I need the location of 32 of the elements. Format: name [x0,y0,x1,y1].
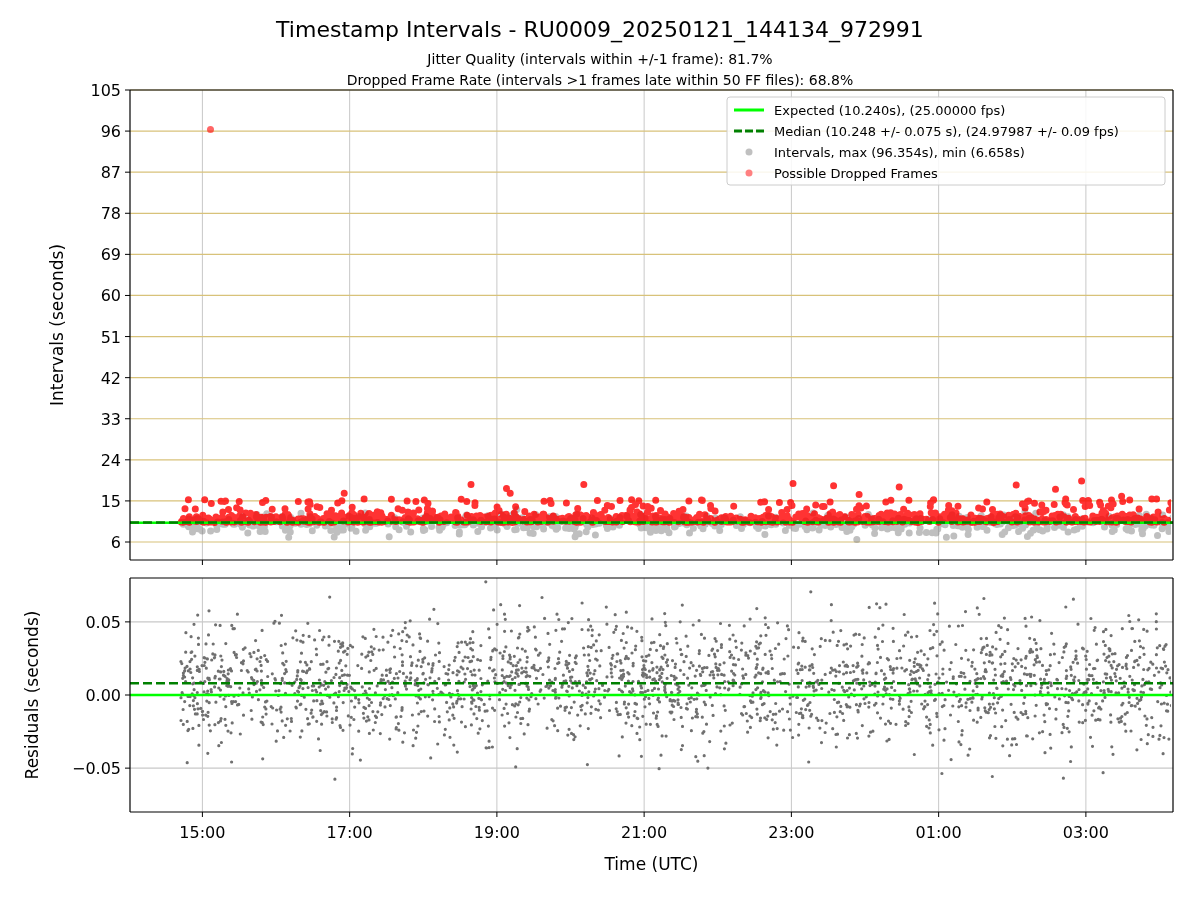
chart-title: Timestamp Intervals - RU0009_20250121_144134_972991 [276,17,924,42]
axis-label: Time (UTC) [604,854,699,874]
tick-label: 03:00 [1062,823,1109,842]
tick-label: 21:00 [621,823,668,842]
axis-label: Intervals (seconds) [47,243,67,407]
tick-label: 15:00 [179,823,226,842]
legend-label: Possible Dropped Frames [774,166,938,181]
axis-label: Residuals (seconds) [22,610,42,780]
tick-label: 19:00 [473,823,520,842]
tick-label: 6 [110,533,121,552]
tick-label: 0.05 [85,612,121,632]
legend-label: Expected (10.240s), (25.00000 fps) [774,103,1006,118]
chart-subtitle: Dropped Frame Rate (intervals >1 frames late within 50 FF files): 68.8% [346,72,854,88]
tick-label: 33 [100,409,121,429]
tick-label: 15 [100,491,121,511]
legend-label: Median (10.248 +/- 0.075 s), (24.97987 +/- 0.09 fps) [774,124,1119,139]
legend-label: Intervals, max (96.354s), min (6.658s) [774,145,1025,160]
tick-label: 105 [90,81,121,100]
tick-label: 78 [100,204,121,224]
tick-label: −0.05 [71,759,121,779]
tick-label: 51 [100,327,121,347]
chart-subtitle: Jitter Quality (intervals within +/-1 frame): 81.7% [427,51,773,67]
tick-label: 60 [100,286,121,306]
tick-label: 0.00 [85,686,121,705]
tick-label: 01:00 [915,823,962,842]
tick-label: 69 [100,245,121,265]
tick-label: 23:00 [768,823,815,842]
tick-label: 24 [100,450,121,470]
tick-label: 96 [100,122,121,142]
tick-label: 87 [100,163,121,183]
tick-label: 17:00 [326,823,373,842]
tick-label: 42 [100,368,121,388]
